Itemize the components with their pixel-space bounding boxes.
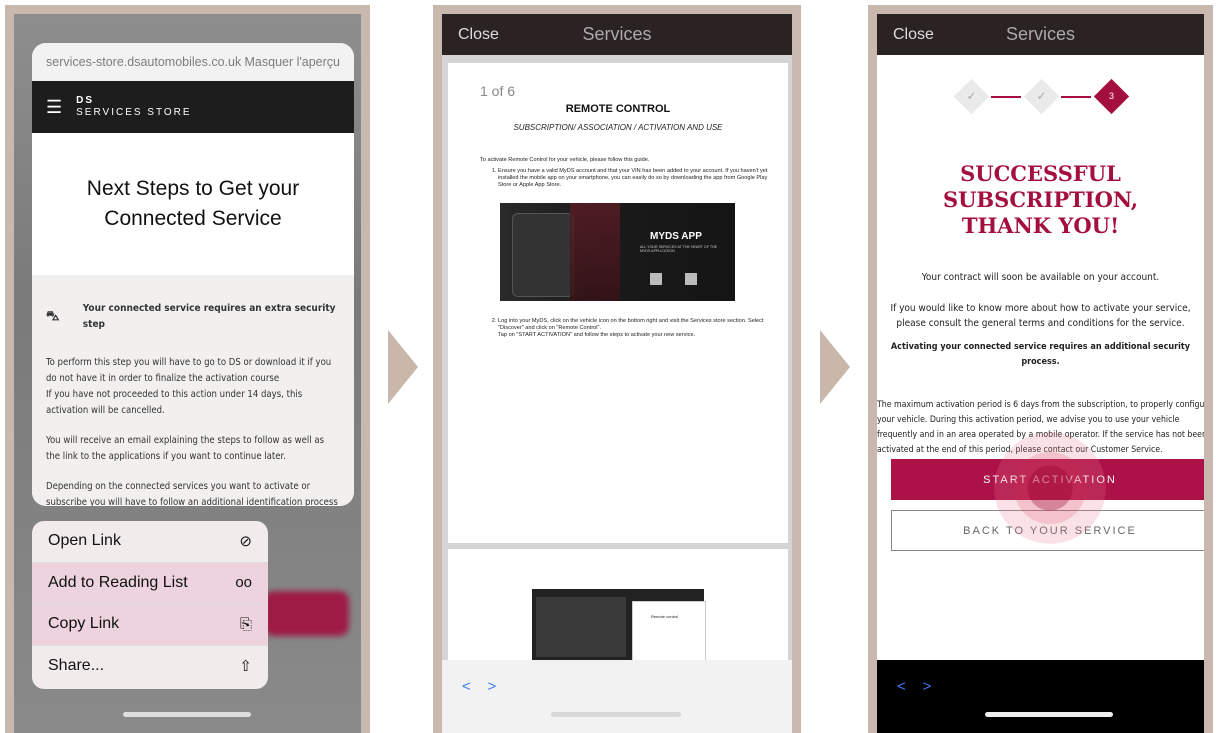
- preview-url: services-store.dsautomobiles.co.uk: [46, 55, 242, 69]
- success-heading: SUCCESSFUL SUBSCRIPTION, THANK YOU!: [942, 161, 1139, 238]
- ds-header: ☰ DS SERVICES STORE: [32, 81, 354, 133]
- doc-body: To activate Remote Control for your vehi…: [480, 157, 776, 193]
- menu-share[interactable]: Share... ⇧: [32, 646, 268, 688]
- know-more-text: If you would like to know more about how…: [890, 303, 1191, 329]
- security-text: Activating your connected service requir…: [890, 342, 1191, 367]
- step-connector: [1061, 96, 1091, 98]
- app-screen-right: Remote control: [632, 601, 706, 666]
- page2-remote-control-label: Remote control: [651, 614, 679, 619]
- screen-2: Close Services 1 of 6 REMOTE CONTROL SUB…: [442, 14, 792, 733]
- ds-logo: DS SERVICES STORE: [76, 95, 191, 119]
- home-indicator[interactable]: [985, 712, 1113, 717]
- check-icon: ✓: [1036, 89, 1047, 103]
- blurred-button: [264, 591, 349, 636]
- paragraph-1b: If you have not proceeded to this action…: [46, 389, 303, 416]
- paragraph-1a: To perform this step you will have to go…: [46, 357, 332, 384]
- car-icon: ⛍: [46, 309, 60, 324]
- doc-steps: Ensure you have a valid MyDS account and…: [480, 168, 776, 189]
- progress-steps: ✓ ✓ 3: [953, 78, 1159, 120]
- next-page-button[interactable]: >: [487, 678, 496, 695]
- page-nav: < >: [897, 678, 931, 695]
- compass-icon: ⊘: [239, 533, 252, 551]
- hamburger-menu-icon[interactable]: ☰: [46, 97, 62, 118]
- doc-step-2a: Log into your MyDS, click on the vehicle…: [498, 318, 764, 331]
- doc-step-1: Ensure you have a valid MyDS account and…: [498, 168, 776, 189]
- doc-step-2: Log into your MyDS, click on the vehicle…: [498, 318, 776, 339]
- security-notice: ⛍ Your connected service requires an ext…: [46, 301, 340, 333]
- hero-title: Next Steps to Get your Connected Service: [86, 177, 300, 230]
- context-menu: Open Link ⊘ Add to Reading List oo Copy …: [32, 521, 268, 689]
- back-to-service-button[interactable]: BACK TO YOUR SERVICE: [891, 510, 1204, 551]
- step-3-number: 3: [1108, 91, 1114, 101]
- max-period-text: The maximum activation period is 6 days …: [877, 400, 1204, 455]
- app-subtitle: ALL YOUR SERVICES AT THE HEART OF THE MY…: [640, 245, 718, 253]
- paragraph-2: You will receive an email explaining the…: [46, 435, 325, 462]
- menu-add-reading-list[interactable]: Add to Reading List oo: [32, 562, 268, 604]
- paragraph-1: To perform this step you will have to go…: [46, 355, 340, 419]
- start-activation-button[interactable]: START ACTIVATION: [891, 459, 1204, 500]
- screen-1: services-store.dsautomobiles.co.uk Masqu…: [14, 14, 361, 733]
- contract-text: Your contract will soon be available on …: [921, 272, 1160, 283]
- home-indicator[interactable]: [551, 712, 681, 717]
- doc-steps-2: Log into your MyDS, click on the vehicle…: [480, 318, 776, 339]
- check-icon: ✓: [966, 89, 977, 103]
- share-icon: ⇧: [239, 658, 252, 676]
- phone-frame-1: services-store.dsautomobiles.co.uk Masqu…: [5, 5, 370, 733]
- info-section: ⛍ Your connected service requires an ext…: [32, 275, 354, 506]
- link-preview: services-store.dsautomobiles.co.uk Masqu…: [32, 43, 354, 506]
- pdf-page-2: Remote control: [448, 549, 788, 666]
- phone-image: [512, 213, 574, 297]
- copy-icon: ⎘: [239, 615, 252, 633]
- app-screenshot-image: Remote control: [532, 589, 706, 666]
- phone-frame-3: Close Services ✓ ✓ 3 SUCCESSFUL SUBSCRIP…: [868, 5, 1213, 733]
- menu-copy-link[interactable]: Copy Link ⎘: [32, 604, 268, 646]
- doc-body-2: Log into your MyDS, click on the vehicle…: [480, 318, 776, 339]
- home-indicator[interactable]: [123, 712, 251, 717]
- pdf-page-1: 1 of 6 REMOTE CONTROL SUBSCRIPTION/ ASSO…: [448, 63, 788, 543]
- doc-subtitle: SUBSCRIPTION/ ASSOCIATION / ACTIVATION A…: [513, 123, 723, 132]
- menu-open-link[interactable]: Open Link ⊘: [32, 521, 268, 563]
- phone-frame-2: Close Services 1 of 6 REMOTE CONTROL SUB…: [433, 5, 801, 733]
- doc-title: REMOTE CONTROL: [565, 103, 671, 115]
- doc-intro: To activate Remote Control for your vehi…: [480, 157, 650, 163]
- menu-share-label: Share...: [48, 657, 105, 675]
- next-page-button[interactable]: >: [922, 678, 931, 695]
- doc-step-2b: Tap on "START ACTIVATION" and follow the…: [498, 332, 696, 338]
- close-button[interactable]: Close: [458, 26, 499, 44]
- step-3-current: 3: [1093, 78, 1130, 115]
- menu-open-link-label: Open Link: [48, 532, 121, 550]
- menu-add-reading-list-label: Add to Reading List: [48, 573, 188, 591]
- page-counter: 1 of 6: [480, 83, 516, 99]
- pdf-viewer[interactable]: 1 of 6 REMOTE CONTROL SUBSCRIPTION/ ASSO…: [442, 55, 792, 666]
- qr-code-icon: [685, 273, 697, 285]
- url-bar: services-store.dsautomobiles.co.uk Masqu…: [32, 43, 354, 81]
- glasses-icon: oo: [235, 574, 252, 592]
- hide-preview-button[interactable]: Masquer l'aperçu: [245, 55, 341, 69]
- top-bar: Close Services: [877, 14, 1204, 55]
- step-arrow-icon: [820, 330, 850, 404]
- app-screen-left: [536, 597, 626, 657]
- screen-3: Close Services ✓ ✓ 3 SUCCESSFUL SUBSCRIP…: [877, 14, 1204, 733]
- step-connector: [991, 96, 1021, 98]
- bottom-nav: < >: [442, 660, 792, 733]
- page-nav: < >: [462, 678, 496, 695]
- app-title: MYDS APP: [650, 231, 702, 242]
- bottom-nav: < >: [877, 660, 1204, 733]
- leather-image: [570, 203, 620, 301]
- prev-page-button[interactable]: <: [462, 678, 471, 695]
- step-1-done: ✓: [953, 78, 990, 115]
- top-bar: Close Services: [442, 14, 792, 55]
- menu-copy-link-label: Copy Link: [48, 615, 120, 633]
- prev-page-button[interactable]: <: [897, 678, 906, 695]
- logo-ds: DS: [76, 95, 95, 106]
- step-arrow-icon: [388, 330, 418, 404]
- close-button[interactable]: Close: [893, 26, 934, 44]
- security-notice-text: Your connected service requires an extra…: [82, 303, 336, 330]
- qr-code-icon: [650, 273, 662, 285]
- myds-app-image: MYDS APP ALL YOUR SERVICES AT THE HEART …: [500, 203, 735, 301]
- paragraph-3: Depending on the connected services you …: [46, 481, 338, 506]
- logo-services-store: SERVICES STORE: [76, 107, 192, 118]
- step-2-done: ✓: [1023, 78, 1060, 115]
